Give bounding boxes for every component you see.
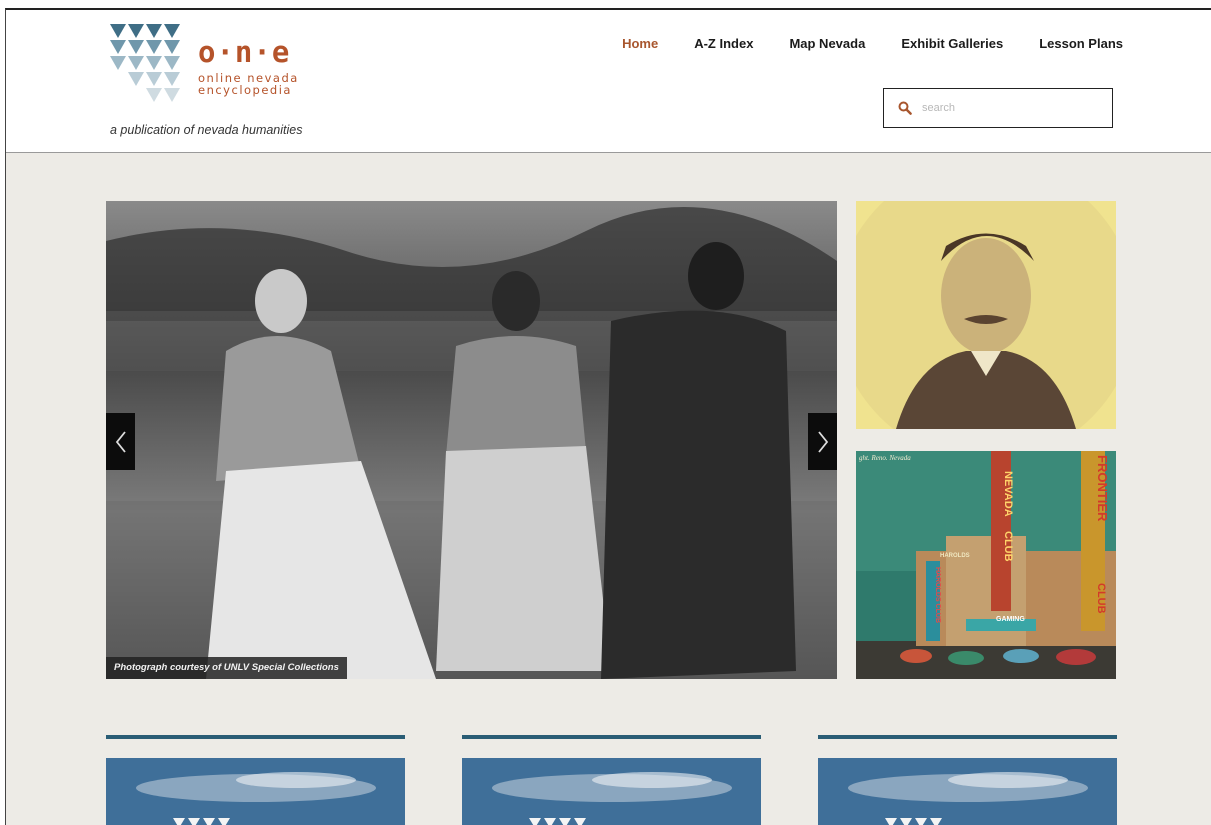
feature-card-3[interactable] bbox=[818, 735, 1117, 825]
nav-a-z-index[interactable]: A-Z Index bbox=[694, 36, 753, 51]
nav-lesson-plans[interactable]: Lesson Plans bbox=[1039, 36, 1123, 51]
card-image bbox=[462, 758, 761, 825]
card-sky-image bbox=[462, 758, 761, 825]
side-thumb-portrait[interactable] bbox=[856, 201, 1116, 429]
search-input[interactable] bbox=[922, 102, 1092, 114]
logo-triangles-icon bbox=[110, 24, 180, 102]
card-rule bbox=[818, 735, 1117, 739]
logo-title: o·n·e bbox=[198, 35, 291, 69]
main-nav: Home A-Z Index Map Nevada Exhibit Galler… bbox=[622, 36, 1123, 51]
side-thumb-reno-postcard[interactable]: ght. Reno. Nevada NEVADA CLUB FRONTIER C… bbox=[856, 451, 1116, 679]
logo-subtitle-line2: encyclopedia bbox=[198, 83, 292, 97]
page: o·n·e online nevada encyclopedia a publi… bbox=[5, 8, 1211, 825]
card-image bbox=[818, 758, 1117, 825]
feature-card-1[interactable] bbox=[106, 735, 405, 825]
neon-harolds-sign: HAROLDS bbox=[940, 553, 970, 559]
neon-nevada-sign: NEVADA bbox=[1002, 471, 1014, 517]
nav-home[interactable]: Home bbox=[622, 36, 658, 51]
chevron-right-icon[interactable] bbox=[817, 430, 829, 454]
hero-photo bbox=[106, 201, 837, 679]
site-logo[interactable]: o·n·e online nevada encyclopedia bbox=[110, 24, 310, 114]
chevron-left-icon[interactable] bbox=[115, 430, 127, 454]
neon-harolds-club-sign: HAROLDS CLUB bbox=[934, 567, 941, 623]
slider-next-button[interactable] bbox=[808, 413, 837, 470]
reno-postcard-image: ght. Reno. Nevada NEVADA CLUB FRONTIER C… bbox=[856, 451, 1116, 679]
feature-card-2[interactable] bbox=[462, 735, 761, 825]
neon-frontier-sign: FRONTIER bbox=[1095, 455, 1110, 522]
slider-prev-button[interactable] bbox=[106, 413, 135, 470]
logo-subtitle: online nevada encyclopedia bbox=[198, 72, 299, 96]
nav-map-nevada[interactable]: Map Nevada bbox=[789, 36, 865, 51]
neon-gaming-sign: GAMING bbox=[996, 616, 1025, 623]
hero-slider[interactable]: Photograph courtesy of UNLV Special Coll… bbox=[106, 201, 837, 679]
search-box[interactable] bbox=[883, 88, 1113, 128]
card-sky-image bbox=[818, 758, 1117, 825]
card-rule bbox=[106, 735, 405, 739]
card-rule bbox=[462, 735, 761, 739]
card-sky-image bbox=[106, 758, 405, 825]
neon-club-sign: CLUB bbox=[1002, 531, 1014, 562]
tagline: a publication of nevada humanities bbox=[110, 123, 303, 137]
search-icon[interactable] bbox=[898, 101, 912, 115]
nav-exhibit-galleries[interactable]: Exhibit Galleries bbox=[901, 36, 1003, 51]
portrait-image bbox=[856, 201, 1116, 429]
neon-club2-sign: CLUB bbox=[1095, 583, 1107, 614]
card-image bbox=[106, 758, 405, 825]
site-header: o·n·e online nevada encyclopedia a publi… bbox=[6, 10, 1211, 153]
postcard-caption: ght. Reno. Nevada bbox=[859, 454, 911, 462]
hero-caption: Photograph courtesy of UNLV Special Coll… bbox=[106, 657, 347, 679]
